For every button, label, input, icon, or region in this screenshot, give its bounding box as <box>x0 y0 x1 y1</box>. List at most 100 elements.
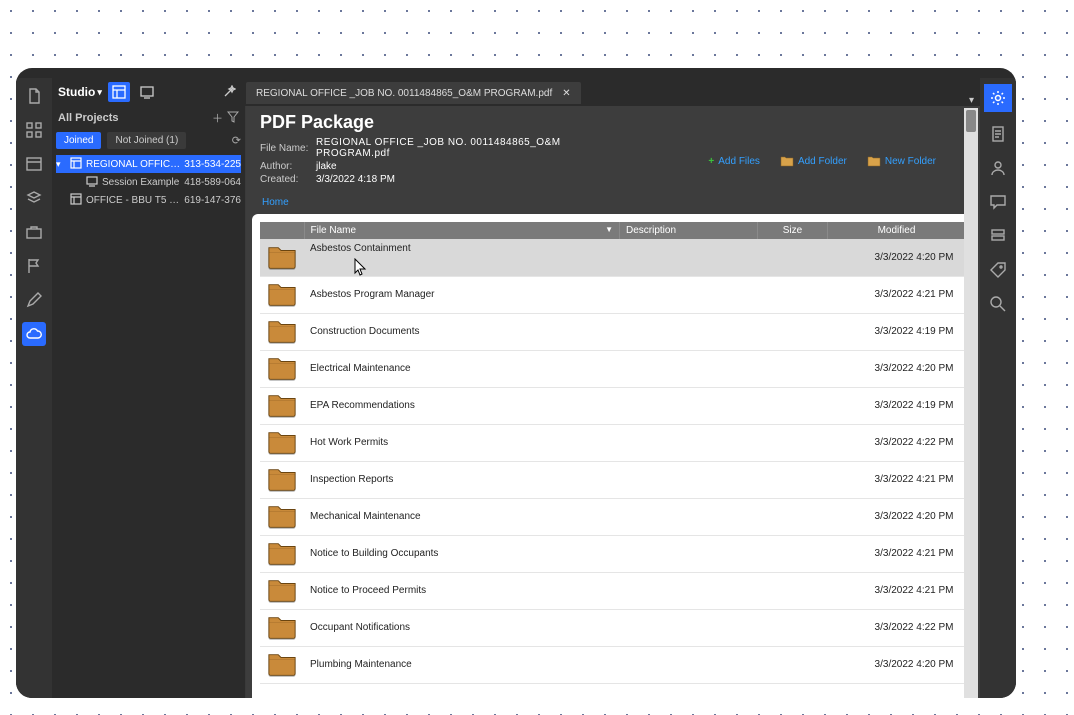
layers-icon[interactable] <box>22 186 46 210</box>
cell-filename: Asbestos Program Manager <box>304 276 620 313</box>
cell-description <box>620 276 758 313</box>
main-scrollbar[interactable] <box>964 108 978 698</box>
table-row[interactable]: Inspection Reports3/3/2022 4:21 PM <box>260 461 966 498</box>
folder-icon <box>267 502 297 530</box>
table-row[interactable]: Mechanical Maintenance3/3/2022 4:20 PM <box>260 498 966 535</box>
cell-modified: 3/3/2022 4:20 PM <box>828 646 966 683</box>
table-row[interactable]: Notice to Proceed Permits 3/3/2022 4:21 P… <box>260 572 966 609</box>
file-icon[interactable] <box>22 84 46 108</box>
col-description[interactable]: Description <box>620 222 758 239</box>
new-folder-button[interactable]: New Folder <box>867 155 936 167</box>
table-row[interactable]: Electrical Maintenance3/3/2022 4:20 PM <box>260 350 966 387</box>
tree-item[interactable]: OFFICE - BBU T5 Job No... 619-147-376 <box>56 191 241 209</box>
cell-description <box>620 313 758 350</box>
add-files-button[interactable]: +Add Files <box>708 156 760 167</box>
pencil-icon[interactable] <box>22 288 46 312</box>
markup-icon[interactable] <box>22 152 46 176</box>
add-folder-button[interactable]: Add Folder <box>780 155 847 167</box>
cell-description <box>620 424 758 461</box>
cell-size <box>758 646 828 683</box>
tag-icon[interactable] <box>986 258 1010 282</box>
stacked-icon[interactable] <box>986 224 1010 248</box>
document-tab[interactable]: REGIONAL OFFICE _JOB NO. 0011484865_O&M … <box>246 82 581 104</box>
tree-item-id: 418-589-064 <box>184 177 241 188</box>
cell-modified: 3/3/2022 4:20 PM <box>828 239 966 276</box>
cell-modified: 3/3/2022 4:19 PM <box>828 387 966 424</box>
settings-gear-icon[interactable] <box>984 84 1012 112</box>
folder-icon <box>267 650 297 678</box>
tree-item[interactable]: ▾REGIONAL OFFICE TER...313-534-225 <box>56 155 241 173</box>
user-icon[interactable] <box>986 156 1010 180</box>
col-modified[interactable]: Modified <box>828 222 966 239</box>
folder-icon <box>267 280 297 308</box>
cell-description <box>620 609 758 646</box>
cell-modified: 3/3/2022 4:21 PM <box>828 461 966 498</box>
col-icon[interactable] <box>260 222 304 239</box>
cell-size <box>758 387 828 424</box>
table-row[interactable]: Asbestos Program Manager 3/3/2022 4:21 PM <box>260 276 966 313</box>
close-icon[interactable]: ✕ <box>562 88 570 99</box>
cell-description <box>620 646 758 683</box>
table-row[interactable]: Construction Documents3/3/2022 4:19 PM <box>260 313 966 350</box>
sessions-view-icon[interactable] <box>136 82 158 102</box>
cell-filename: Electrical Maintenance <box>304 350 620 387</box>
meta-filename-value: REGIONAL OFFICE _JOB NO. 0011484865_O&M … <box>316 137 586 159</box>
table-row[interactable]: Notice to Building Occupants3/3/2022 4:2… <box>260 535 966 572</box>
col-size[interactable]: Size <box>758 222 828 239</box>
file-list-table: File Name Description Size Modified Asbe… <box>260 222 966 684</box>
folder-icon <box>267 354 297 382</box>
tab-overflow-chevron[interactable]: ▾ <box>969 95 974 106</box>
projects-view-icon[interactable] <box>108 82 130 102</box>
cell-filename: Occupant Notifications <box>304 609 620 646</box>
flag-icon[interactable] <box>22 254 46 278</box>
magic-wand-icon[interactable] <box>218 82 240 102</box>
table-row[interactable]: Asbestos Containment3/3/2022 4:20 PM <box>260 239 966 276</box>
folder-icon <box>267 243 297 271</box>
cell-modified: 3/3/2022 4:21 PM <box>828 276 966 313</box>
cell-description <box>620 572 758 609</box>
tab-joined[interactable]: Joined <box>56 132 101 149</box>
folder-icon <box>267 391 297 419</box>
cell-modified: 3/3/2022 4:22 PM <box>828 424 966 461</box>
meta-author-value: jlake <box>316 161 586 172</box>
folder-icon <box>267 576 297 604</box>
tree-item[interactable]: Session Example418-589-064 <box>56 173 241 191</box>
main-content: PDF Package File Name: REGIONAL OFFICE _… <box>246 106 980 698</box>
col-filename[interactable]: File Name <box>304 222 620 239</box>
cell-description <box>620 387 758 424</box>
comment-icon[interactable] <box>986 190 1010 214</box>
table-row[interactable]: Occupant Notifications3/3/2022 4:22 PM <box>260 609 966 646</box>
cell-size <box>758 350 828 387</box>
cloud-icon[interactable] <box>22 322 46 346</box>
cell-description <box>620 350 758 387</box>
tree-item-label: OFFICE - BBU T5 Job No... <box>86 195 180 206</box>
table-row[interactable]: EPA Recommendations3/3/2022 4:19 PM <box>260 387 966 424</box>
grid-icon[interactable] <box>22 118 46 142</box>
table-row[interactable]: Hot Work Permits 3/3/2022 4:22 PM <box>260 424 966 461</box>
folder-icon <box>267 317 297 345</box>
table-row[interactable]: Plumbing Maintenance3/3/2022 4:20 PM <box>260 646 966 683</box>
folder-icon <box>267 465 297 493</box>
add-project-icon[interactable]: ＋ <box>212 110 223 126</box>
briefcase-icon[interactable] <box>22 220 46 244</box>
breadcrumb[interactable]: Home <box>246 193 980 214</box>
page-title: PDF Package <box>260 112 966 133</box>
search-icon[interactable] <box>986 292 1010 316</box>
doc-icon[interactable] <box>986 122 1010 146</box>
tab-not-joined[interactable]: Not Joined (1) <box>107 132 186 149</box>
cell-filename: Hot Work Permits <box>304 424 620 461</box>
filter-icon[interactable] <box>227 111 239 126</box>
cell-filename: Notice to Building Occupants <box>304 535 620 572</box>
cell-filename: Notice to Proceed Permits <box>304 572 620 609</box>
folder-icon <box>267 613 297 641</box>
cell-size <box>758 535 828 572</box>
cell-modified: 3/3/2022 4:20 PM <box>828 498 966 535</box>
refresh-icon[interactable]: ⟳ <box>232 134 241 147</box>
projects-panel: All Projects ＋ Joined Not Joined (1) ⟳ ▾… <box>52 106 246 698</box>
cell-size <box>758 424 828 461</box>
cell-description <box>620 498 758 535</box>
cell-modified: 3/3/2022 4:21 PM <box>828 572 966 609</box>
tree-item-id: 619-147-376 <box>184 195 241 206</box>
right-toolbar <box>980 78 1016 698</box>
studio-menu[interactable]: Studio▾ <box>58 85 102 99</box>
